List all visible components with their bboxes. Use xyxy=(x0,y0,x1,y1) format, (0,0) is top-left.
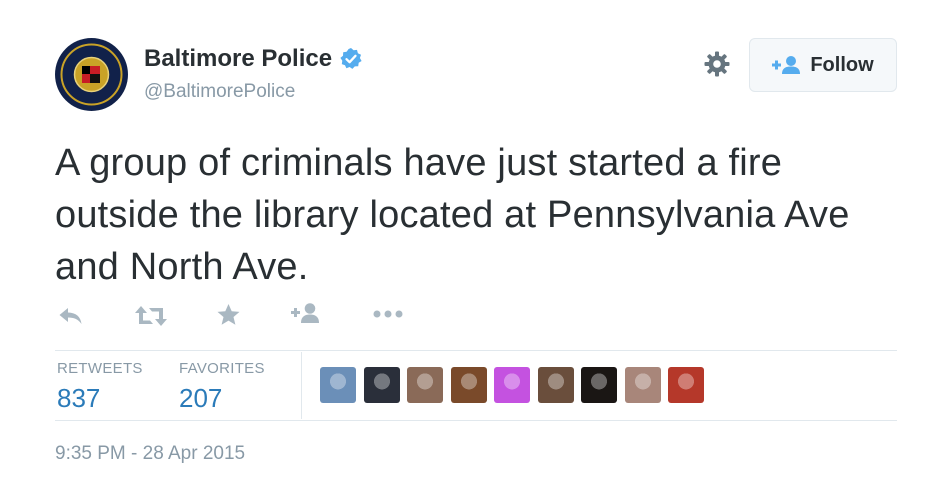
retweet-button[interactable] xyxy=(135,305,167,327)
reply-icon xyxy=(59,308,82,324)
favorite-button[interactable] xyxy=(216,303,241,327)
add-user-icon xyxy=(772,56,801,74)
police-badge-avatar-icon xyxy=(55,38,128,111)
favorites-label: FAVORITES xyxy=(179,360,265,377)
reply-button[interactable] xyxy=(58,306,84,326)
user-avatar-3[interactable] xyxy=(407,367,443,403)
retweet-icon xyxy=(135,306,167,326)
tweet-card: Baltimore Police @BaltimorePolice Follow… xyxy=(0,0,932,483)
profile-avatar[interactable] xyxy=(55,38,128,111)
display-name[interactable]: Baltimore Police xyxy=(144,45,332,73)
favorites-stat[interactable]: FAVORITES 207 xyxy=(179,360,265,414)
retweets-stat[interactable]: RETWEETS 837 xyxy=(57,360,143,414)
tweet-text: A group of criminals have just started a… xyxy=(55,142,850,288)
favorites-count: 207 xyxy=(179,383,223,413)
follow-label: Follow xyxy=(810,53,874,76)
more-button[interactable] xyxy=(373,309,403,319)
user-avatar-9[interactable] xyxy=(668,367,704,403)
user-avatar-4[interactable] xyxy=(450,367,487,403)
divider-bottom xyxy=(55,420,897,421)
stats-divider xyxy=(301,352,302,419)
follow-action-button[interactable] xyxy=(291,302,321,324)
retweets-count: 837 xyxy=(57,383,101,413)
star-icon xyxy=(217,304,240,325)
divider-top xyxy=(55,350,897,351)
timestamp[interactable]: 9:35 PM - 28 Apr 2015 xyxy=(55,443,245,465)
user-avatar-6[interactable] xyxy=(537,367,574,403)
follow-button[interactable]: Follow xyxy=(749,38,897,92)
screen-name[interactable]: @BaltimorePolice xyxy=(144,81,295,103)
more-dots-icon xyxy=(373,310,403,318)
favorited-by-avatars xyxy=(320,367,712,403)
user-avatar-5[interactable] xyxy=(494,367,530,403)
user-avatar-2[interactable] xyxy=(363,367,400,403)
name-row: Baltimore Police xyxy=(144,45,363,73)
user-avatar-7[interactable] xyxy=(581,367,617,403)
retweets-label: RETWEETS xyxy=(57,360,143,377)
user-avatar-1[interactable] xyxy=(320,367,356,403)
add-user-icon xyxy=(291,303,319,323)
user-avatar-8[interactable] xyxy=(624,367,661,403)
verified-badge-icon xyxy=(340,48,362,69)
gear-icon[interactable] xyxy=(703,50,731,78)
